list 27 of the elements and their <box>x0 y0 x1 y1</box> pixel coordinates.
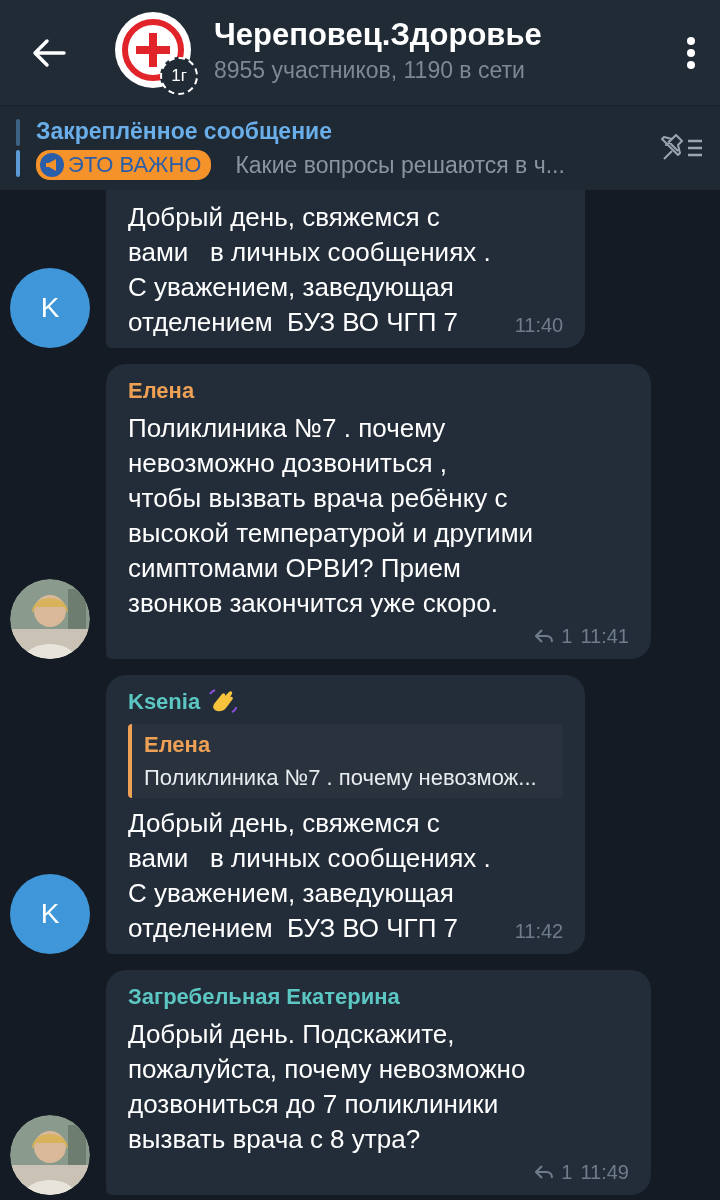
member-count: 8955 участников, 1190 в сети <box>214 56 526 86</box>
story-badge: 1г <box>160 56 198 95</box>
reply-count[interactable]: 1 <box>561 1157 573 1187</box>
reply-icon <box>535 629 554 643</box>
reply-icon <box>535 1165 554 1179</box>
message-time: 11:41 <box>580 624 629 649</box>
pinned-label: Закреплённое сообщение <box>36 116 333 146</box>
quote-author: Елена <box>144 731 212 759</box>
back-icon[interactable] <box>32 37 66 68</box>
message-text: Поликлиника №7 . почему невозможно дозвониться , чтобы вызвать врача ребёнку с высокой температурой и другими симптомами ОРВИ? Прием звонков закончится уже скоро. <box>128 412 534 620</box>
message-time: 11:42 <box>514 919 564 944</box>
message-time: 11:40 <box>514 313 564 338</box>
message-time: 11:49 <box>580 1160 629 1185</box>
message-text: Добрый день, свяжемся с вами в личных сообщениях . С уважением, заведующая отделением БУЗ ВО ЧГП 7 <box>128 807 491 945</box>
pinned-text: Какие вопросы решаются в ч... <box>235 151 565 180</box>
message-text: Добрый день, свяжемся с вами в личных сообщениях . С уважением, заведующая отделением БУЗ ВО ЧГП 7 <box>128 201 491 339</box>
reply-quote[interactable]: Елена Поликлиника №7 . почему невозмож... <box>128 724 564 798</box>
author-name[interactable]: Загребельная Екатерина <box>128 980 400 1013</box>
quote-text: Поликлиника №7 . почему невозмож... <box>144 764 538 792</box>
message-text: Добрый день. Подскажите, пожалуйста, почему невозможно дозвониться до 7 поликлиники вызвать врача с 8 утра? <box>128 1018 526 1156</box>
author-name[interactable]: Елена <box>128 374 195 407</box>
important-tag: ЭТО ВАЖНО <box>36 150 212 181</box>
chat-title[interactable]: Череповец.Здоровье <box>214 17 686 54</box>
megaphone-icon <box>40 153 64 178</box>
reply-count[interactable]: 1 <box>561 621 573 651</box>
more-menu-icon[interactable] <box>686 35 696 70</box>
author-name[interactable]: Ksenia <box>128 685 201 718</box>
